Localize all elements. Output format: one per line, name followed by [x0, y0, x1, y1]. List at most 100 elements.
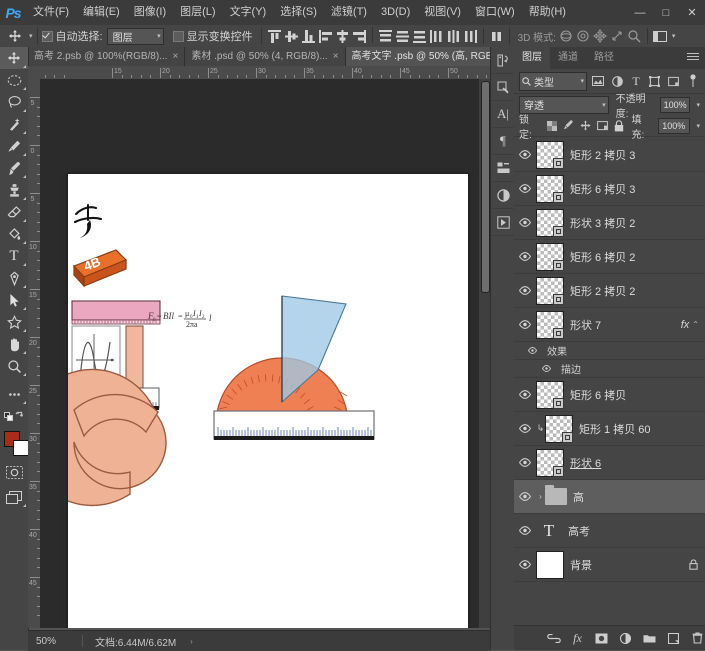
auto-select-scope-select[interactable]: 图层 ▾ [106, 27, 164, 45]
custom-shape-tool[interactable] [0, 311, 28, 333]
show-transform-checkbox-group[interactable]: 显示变换控件 [172, 28, 253, 44]
lock-transparent-pixels-icon[interactable] [545, 119, 558, 133]
paint-bucket-tool[interactable] [0, 223, 28, 245]
filter-toggle-icon[interactable] [685, 73, 700, 89]
new-layer-icon[interactable] [666, 630, 681, 646]
layer-visibility-icon[interactable] [514, 548, 536, 581]
filter-type-icon[interactable]: T [629, 73, 644, 89]
document-tab-1[interactable]: 高考 2.psb @ 100%(RGB/8)... × [28, 47, 186, 66]
character-panel-icon[interactable]: A| [491, 101, 515, 128]
arrange-icon[interactable] [488, 27, 505, 45]
close-icon[interactable]: × [333, 47, 339, 66]
layer-visibility-icon[interactable] [514, 308, 536, 341]
menu-11[interactable]: 帮助(H) [522, 0, 573, 25]
adjustments-panel-icon[interactable] [491, 182, 515, 209]
layer-thumbnail[interactable] [536, 140, 564, 169]
opacity-value[interactable]: 100% [659, 96, 691, 113]
elliptical-marquee-tool[interactable] [0, 69, 28, 91]
close-button[interactable]: ✕ [679, 0, 705, 25]
layer-thumbnail[interactable] [536, 310, 564, 339]
3d-orbit-icon[interactable] [558, 27, 575, 45]
color-swatches[interactable] [0, 427, 29, 457]
align-horizontal-centers-icon[interactable] [334, 27, 351, 45]
layer-visibility-icon[interactable] [514, 172, 536, 205]
pen-tool[interactable] [0, 267, 28, 289]
lock-position-icon[interactable] [579, 119, 592, 133]
menu-2[interactable]: 编辑(E) [76, 0, 127, 25]
filter-adjustment-icon[interactable] [610, 73, 625, 89]
layer-row[interactable]: 矩形 6 拷贝 [514, 378, 705, 412]
eraser-tool[interactable] [0, 201, 28, 223]
more-tools-icon[interactable] [0, 383, 28, 405]
workspace-switcher-icon[interactable] [652, 27, 669, 45]
lasso-tool[interactable] [0, 91, 28, 113]
show-transform-checkbox[interactable] [172, 30, 184, 42]
distribute-top-icon[interactable] [377, 27, 394, 45]
align-top-edges-icon[interactable] [266, 27, 283, 45]
new-adjustment-layer-icon[interactable] [618, 630, 633, 646]
fill-chevron-icon[interactable]: ▾ [697, 122, 701, 130]
layer-thumbnail[interactable] [536, 380, 564, 409]
layer-thumbnail[interactable] [536, 174, 564, 203]
layer-row[interactable]: 矩形 6 拷贝 3 [514, 172, 705, 206]
menu-6[interactable]: 选择(S) [273, 0, 324, 25]
zoom-level[interactable]: 50% [28, 636, 82, 647]
fill-value[interactable]: 100% [657, 117, 690, 134]
menu-8[interactable]: 3D(D) [374, 0, 417, 25]
distribute-left-icon[interactable] [428, 27, 445, 45]
background-color-swatch[interactable] [13, 440, 29, 456]
layer-visibility-icon[interactable] [514, 412, 536, 445]
menu-10[interactable]: 窗口(W) [468, 0, 522, 25]
align-right-edges-icon[interactable] [351, 27, 368, 45]
layer-row[interactable]: 矩形 2 拷贝 3 [514, 138, 705, 172]
menu-3[interactable]: 图像(I) [127, 0, 173, 25]
layer-thumbnail[interactable] [545, 414, 573, 443]
canvas-viewport[interactable]: 4B F 0 = BIl = μ 0 I 1 I 2 2πa l [40, 79, 490, 628]
lock-all-icon[interactable] [613, 119, 626, 133]
actions-panel-icon[interactable] [491, 209, 515, 236]
menu-1[interactable]: 文件(F) [26, 0, 76, 25]
distribute-bottom-icon[interactable] [411, 27, 428, 45]
path-selection-tool[interactable] [0, 289, 28, 311]
close-icon[interactable]: × [173, 47, 179, 66]
layer-comps-panel-icon[interactable] [491, 155, 515, 182]
layer-row[interactable]: 形状 7 fx ⌃ [514, 308, 705, 342]
group-disclosure-icon[interactable]: › [536, 492, 545, 501]
move-tool[interactable] [0, 47, 28, 69]
opacity-chevron-icon[interactable]: ▾ [696, 101, 700, 109]
layer-visibility-icon[interactable] [514, 138, 536, 171]
3d-zoom-icon[interactable] [626, 27, 643, 45]
link-layers-icon[interactable] [546, 630, 561, 646]
distribute-vertical-center-icon[interactable] [394, 27, 411, 45]
align-bottom-edges-icon[interactable] [300, 27, 317, 45]
layer-thumbnail[interactable] [536, 550, 564, 579]
canvas-vertical-scrollbar[interactable] [479, 79, 490, 628]
document-tab-2[interactable]: 素材 .psd @ 50% (4, RGB/8)... × [185, 47, 346, 66]
filter-shape-icon[interactable] [647, 73, 662, 89]
quick-mask-icon[interactable] [0, 461, 28, 483]
magic-wand-tool[interactable] [0, 113, 28, 135]
layer-thumbnail[interactable] [536, 242, 564, 271]
clone-stamp-tool[interactable] [0, 179, 28, 201]
layer-row[interactable]: ↳ 矩形 1 拷贝 60 [514, 412, 705, 446]
panel-tab-2[interactable]: 通道 [550, 47, 586, 69]
hand-tool[interactable] [0, 333, 28, 355]
document-canvas[interactable]: 4B F 0 = BIl = μ 0 I 1 I 2 2πa l [68, 174, 468, 628]
menu-9[interactable]: 视图(V) [417, 0, 468, 25]
default-colors-icon[interactable] [0, 405, 28, 427]
layer-visibility-icon[interactable] [514, 514, 536, 547]
add-layer-style-icon[interactable]: fx [570, 630, 585, 646]
history-panel-icon[interactable] [491, 47, 515, 74]
layer-row[interactable]: 形状 3 拷贝 2 [514, 206, 705, 240]
3d-slide-icon[interactable] [609, 27, 626, 45]
3d-pan-icon[interactable] [592, 27, 609, 45]
new-group-icon[interactable] [642, 630, 657, 646]
layer-list[interactable]: 矩形 2 拷贝 3 矩形 6 拷贝 3 形状 3 拷贝 2 矩形 6 拷贝 2 矩形 2… [514, 138, 705, 624]
layer-visibility-icon[interactable] [514, 240, 536, 273]
tool-preset-caret-icon[interactable]: ▾ [29, 32, 33, 40]
type-tool[interactable]: T [0, 245, 28, 267]
layer-row[interactable]: T 高考 [514, 514, 705, 548]
effect-visibility-icon[interactable] [514, 347, 541, 354]
layer-visibility-icon[interactable] [514, 480, 536, 513]
move-tool-icon[interactable] [4, 26, 26, 46]
